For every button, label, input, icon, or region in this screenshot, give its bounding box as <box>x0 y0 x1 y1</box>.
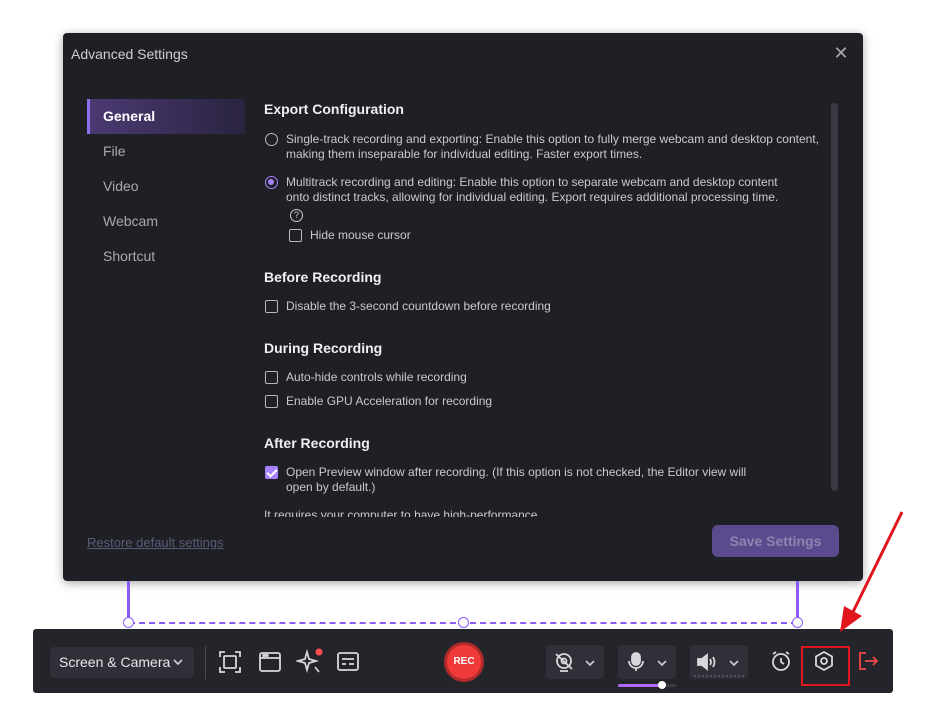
autohide-checkbox[interactable] <box>265 371 278 384</box>
capture-frame-handle-right[interactable] <box>792 617 803 628</box>
help-icon[interactable]: ? <box>290 209 303 222</box>
hide-cursor-label: Hide mouse cursor <box>310 228 411 242</box>
hide-cursor-checkbox[interactable] <box>289 229 302 242</box>
chevron-down-icon <box>656 656 668 674</box>
countdown-label: Disable the 3-second countdown before re… <box>286 299 551 313</box>
gpu-checkbox[interactable] <box>265 395 278 408</box>
window-capture-icon[interactable] <box>257 649 283 675</box>
microphone-level-knob[interactable] <box>657 681 666 689</box>
option-hide-cursor[interactable]: Hide mouse cursor <box>288 228 588 243</box>
microphone-icon <box>624 650 648 679</box>
microphone-level-slider[interactable] <box>618 681 676 689</box>
content-scrollbar[interactable] <box>831 103 838 491</box>
chevron-down-icon <box>172 647 184 689</box>
gpu-label: Enable GPU Acceleration for recording <box>286 394 493 408</box>
microphone-dropdown[interactable] <box>618 645 676 679</box>
alarm-clock-icon[interactable] <box>769 649 795 675</box>
section-title-export: Export Configuration <box>264 101 404 117</box>
advanced-settings-dialog: Advanced Settings ✕ General File Video W… <box>63 33 863 581</box>
settings-content: Export Configuration Single-track record… <box>264 99 834 517</box>
single-track-label: Single-track recording and exporting: En… <box>286 132 819 161</box>
option-open-preview[interactable]: Open Preview window after recording. (If… <box>264 465 764 495</box>
countdown-checkbox[interactable] <box>265 300 278 313</box>
chevron-down-icon <box>584 656 596 674</box>
capture-mode-label: Screen & Camera <box>59 654 171 670</box>
sidebar-item-video[interactable]: Video <box>87 169 245 204</box>
option-countdown[interactable]: Disable the 3-second countdown before re… <box>264 299 764 314</box>
restore-defaults-link[interactable]: Restore default settings <box>87 535 224 550</box>
speaker-dropdown[interactable] <box>690 645 748 679</box>
sidebar-item-general[interactable]: General <box>87 99 245 134</box>
camera-off-icon <box>552 650 576 679</box>
capture-frame-handle-left[interactable] <box>123 617 134 628</box>
open-preview-checkbox[interactable] <box>265 466 278 479</box>
red-arrow-annotation <box>834 510 906 639</box>
subtitles-icon[interactable] <box>335 649 361 675</box>
performance-note: It requires your computer to have high-p… <box>264 508 538 517</box>
exit-icon[interactable] <box>856 649 882 675</box>
multitrack-radio[interactable] <box>265 176 278 189</box>
speaker-level-meter <box>694 675 744 677</box>
settings-highlight-box <box>801 646 850 686</box>
single-track-radio[interactable] <box>265 133 278 146</box>
settings-sidebar: General File Video Webcam Shortcut <box>87 99 245 274</box>
multitrack-label: Multitrack recording and editing: Enable… <box>286 175 779 204</box>
record-button[interactable]: REC <box>444 642 484 682</box>
recorder-toolbar: Screen & Camera REC <box>33 629 893 693</box>
chevron-down-icon <box>728 656 740 674</box>
toolbar-divider <box>205 646 206 679</box>
close-icon[interactable]: ✕ <box>831 43 851 63</box>
sidebar-item-file[interactable]: File <box>87 134 245 169</box>
camera-dropdown[interactable] <box>546 645 604 679</box>
section-title-during: During Recording <box>264 340 383 356</box>
section-title-after: After Recording <box>264 435 370 451</box>
save-settings-button[interactable]: Save Settings <box>712 525 839 557</box>
autohide-label: Auto-hide controls while recording <box>286 370 467 384</box>
sidebar-item-webcam[interactable]: Webcam <box>87 204 245 239</box>
option-single-track[interactable]: Single-track recording and exporting: En… <box>264 132 829 162</box>
microphone-level-fill <box>618 684 662 687</box>
option-autohide[interactable]: Auto-hide controls while recording <box>264 370 764 385</box>
ai-sparkle-icon[interactable] <box>294 648 323 674</box>
option-gpu[interactable]: Enable GPU Acceleration for recording <box>264 394 764 409</box>
dialog-title: Advanced Settings <box>71 46 188 62</box>
option-multitrack[interactable]: Multitrack recording and editing: Enable… <box>264 175 794 222</box>
open-preview-label: Open Preview window after recording. (If… <box>286 465 747 494</box>
capture-frame-handle-center[interactable] <box>458 617 469 628</box>
fullscreen-capture-icon[interactable] <box>217 649 243 675</box>
capture-mode-dropdown[interactable]: Screen & Camera <box>50 647 194 678</box>
section-title-before: Before Recording <box>264 269 382 285</box>
sidebar-item-shortcut[interactable]: Shortcut <box>87 239 245 274</box>
